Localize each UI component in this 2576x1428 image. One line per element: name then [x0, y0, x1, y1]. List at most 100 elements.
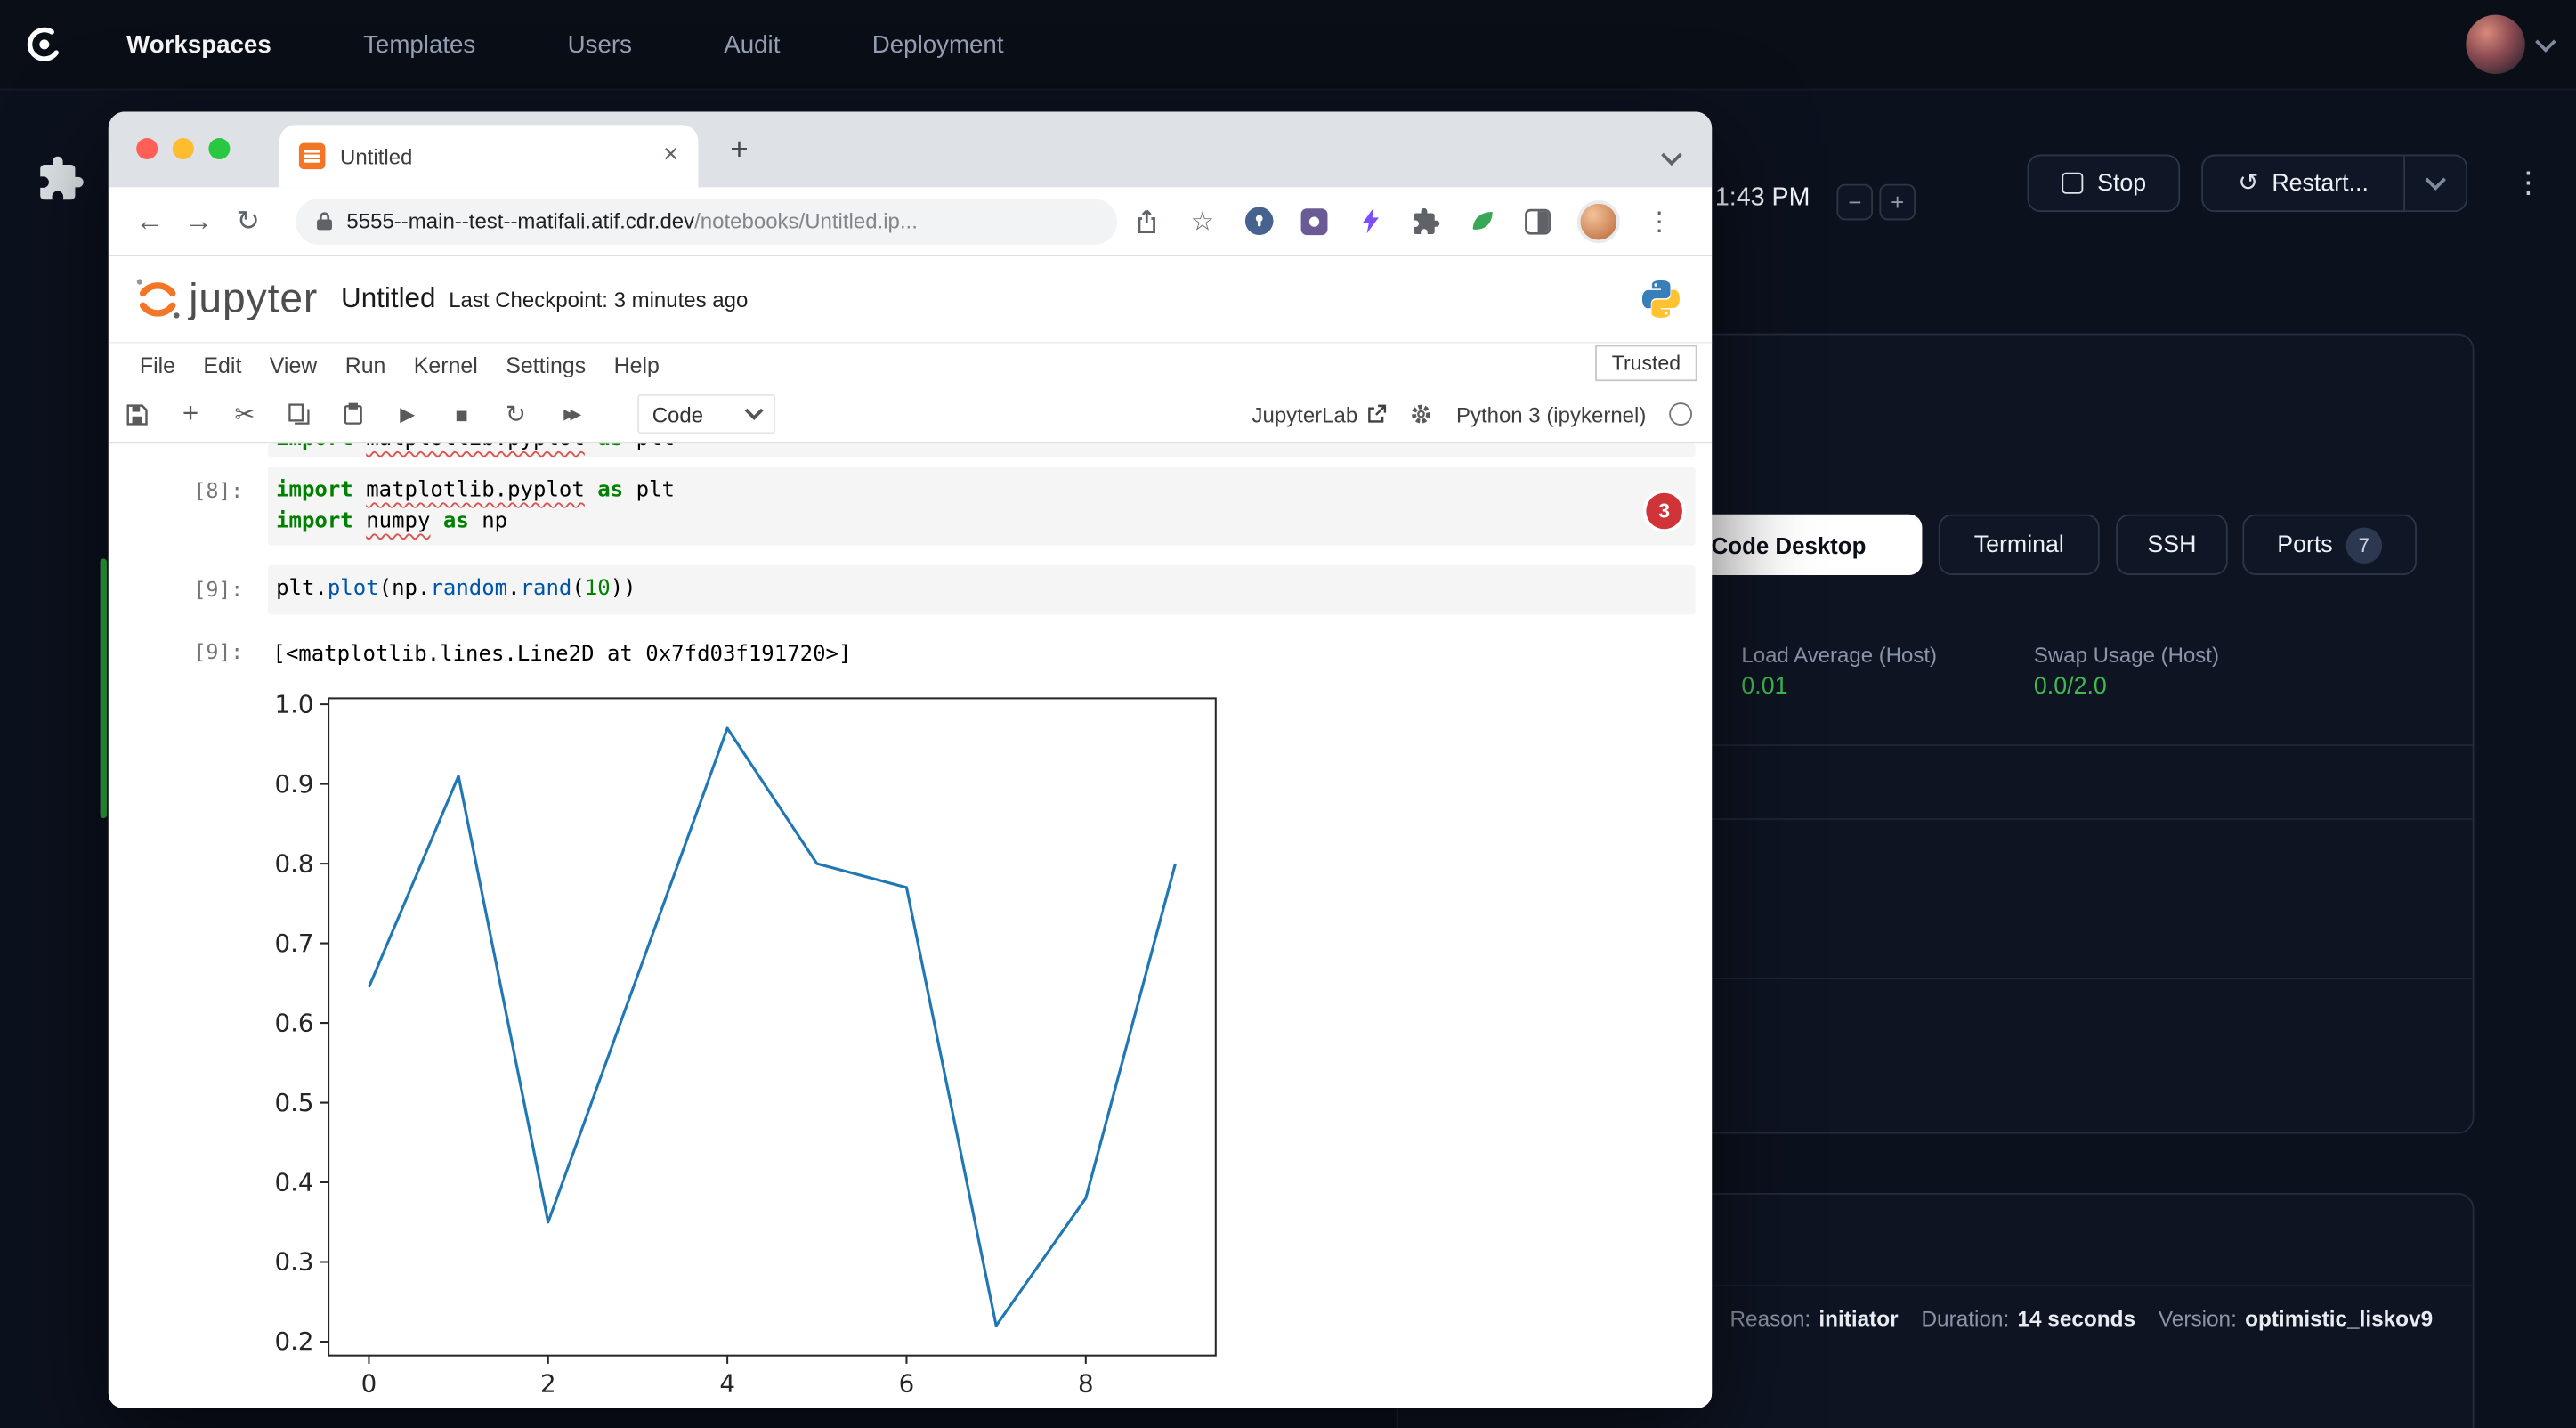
menu-run[interactable]: Run — [345, 353, 386, 377]
back-button[interactable]: ← — [125, 205, 174, 238]
restart-label: Restart... — [2272, 170, 2369, 197]
menu-help[interactable]: Help — [614, 353, 660, 377]
interrupt-kernel-icon[interactable]: ■ — [445, 398, 478, 431]
chevron-down-icon[interactable] — [2535, 30, 2556, 51]
bookmark-star-icon[interactable]: ☆ — [1187, 205, 1219, 238]
svg-text:0.2: 0.2 — [275, 1327, 314, 1356]
nav-item-workspaces[interactable]: Workspaces — [126, 30, 271, 58]
reload-button[interactable]: ↻ — [223, 205, 272, 238]
build-version: Version: optimistic_liskov9 — [2159, 1306, 2433, 1331]
nav-item-deployment[interactable]: Deployment — [872, 30, 1004, 58]
ssh-button[interactable]: SSH — [2116, 515, 2228, 575]
meta-value: 14 seconds — [2017, 1306, 2135, 1331]
open-jupyterlab-link[interactable]: JupyterLab — [1252, 402, 1387, 426]
code-cell-8[interactable]: import matplotlib.pyplot as plt import n… — [268, 467, 1696, 546]
chevron-down-icon — [2425, 169, 2445, 190]
terminal-button[interactable]: Terminal — [1939, 515, 2100, 575]
svg-text:8: 8 — [1078, 1368, 1094, 1398]
code-token: numpy — [366, 509, 430, 534]
leaf-extension-icon[interactable] — [1465, 205, 1498, 238]
nav-item-users[interactable]: Users — [568, 30, 632, 58]
trusted-button[interactable]: Trusted — [1595, 345, 1697, 382]
cut-cell-icon[interactable]: ✂ — [229, 398, 262, 431]
add-cell-icon[interactable]: + — [174, 398, 207, 431]
collaborator-count-badge: 3 — [1646, 493, 1682, 530]
restart-workspace-button[interactable]: ↺ Restart... — [2201, 154, 2405, 212]
code-token: rand — [521, 577, 572, 602]
kernel-name[interactable]: Python 3 (ipykernel) — [1456, 402, 1646, 426]
window-zoom-button[interactable] — [208, 138, 230, 159]
new-tab-button[interactable]: + — [723, 134, 756, 167]
zoom-out-button[interactable]: − — [1836, 184, 1873, 221]
zoom-in-button[interactable]: + — [1879, 184, 1916, 221]
cell-type-dropdown[interactable]: Code — [637, 394, 775, 434]
svg-text:0.3: 0.3 — [275, 1247, 314, 1277]
tab-search-chevron-icon[interactable] — [1665, 142, 1680, 171]
split-view-extension-icon[interactable] — [1521, 205, 1554, 238]
password-manager-extension-icon[interactable] — [1242, 205, 1275, 238]
menu-kernel[interactable]: Kernel — [414, 353, 478, 377]
browser-menu-kebab-icon[interactable]: ⋮ — [1646, 205, 1673, 238]
clipped-cell-fragment: import matplotlib.pyplot as plt — [268, 443, 1696, 457]
lightning-extension-icon[interactable] — [1354, 205, 1387, 238]
svg-text:0: 0 — [361, 1368, 377, 1398]
run-all-icon[interactable]: ▶▶ — [554, 398, 587, 431]
stat-value: 0.0/2.0 — [2034, 674, 2219, 701]
window-close-button[interactable] — [136, 138, 158, 159]
browser-tab[interactable]: Untitled × — [279, 125, 699, 187]
run-cell-icon[interactable]: ▶ — [391, 398, 424, 431]
share-icon[interactable] — [1130, 205, 1163, 238]
svg-text:0.9: 0.9 — [275, 769, 314, 799]
build-meta-row: Reason: initiator Duration: 14 seconds V… — [1729, 1306, 2433, 1331]
lock-icon — [315, 210, 333, 231]
extensions-puzzle-icon[interactable] — [1410, 205, 1443, 238]
tab-close-icon[interactable]: × — [663, 143, 678, 170]
code-token: . — [507, 577, 520, 602]
url-path: /notebooks/Untitled.ip... — [694, 208, 918, 233]
notebook-content: import matplotlib.pyplot as plt [8]: imp… — [109, 443, 1712, 1408]
code-token: plt. — [276, 577, 328, 602]
forward-button[interactable]: → — [174, 205, 223, 238]
checkpoint-status: Last Checkpoint: 3 minutes ago — [449, 287, 748, 312]
svg-text:6: 6 — [899, 1368, 915, 1398]
notebook-title[interactable]: Untitled — [341, 282, 435, 315]
ports-count-badge: 7 — [2345, 527, 2382, 564]
jupyter-header: jupyter Untitled Last Checkpoint: 3 minu… — [109, 256, 1712, 344]
jupyterlab-label: JupyterLab — [1252, 402, 1357, 426]
menu-settings[interactable]: Settings — [506, 353, 586, 377]
code-token: np — [482, 509, 507, 534]
code-token: as — [430, 509, 482, 534]
save-icon[interactable] — [120, 398, 153, 431]
top-nav: Workspaces Templates Users Audit Deploym… — [0, 0, 2576, 91]
settings-gear-icon[interactable] — [1410, 402, 1433, 426]
copy-cell-icon[interactable] — [282, 398, 315, 431]
svg-text:2: 2 — [540, 1368, 556, 1398]
nav-item-templates[interactable]: Templates — [363, 30, 475, 58]
browser-profile-avatar[interactable] — [1577, 199, 1620, 242]
menu-edit[interactable]: Edit — [203, 353, 241, 377]
code-token: import — [276, 509, 366, 534]
stop-workspace-button[interactable]: Stop — [2028, 154, 2181, 212]
menu-file[interactable]: File — [140, 353, 175, 377]
extension-icon[interactable] — [1298, 205, 1331, 238]
ports-button[interactable]: Ports 7 — [2242, 515, 2417, 575]
restart-options-button[interactable] — [2405, 154, 2467, 212]
workspace-more-menu[interactable]: ⋮ — [2504, 158, 2553, 207]
input-prompt: [9]: — [109, 577, 243, 602]
menu-view[interactable]: View — [270, 353, 318, 377]
nav-user-menu[interactable] — [2466, 15, 2553, 74]
paste-cell-icon[interactable] — [336, 398, 369, 431]
meta-value: optimistic_liskov9 — [2245, 1306, 2433, 1331]
address-bar[interactable]: 5555--main--test--matifali.atif.cdr.dev/… — [296, 198, 1117, 244]
code-cell-9[interactable]: plt.plot(np.random.rand(10)) — [268, 565, 1696, 614]
stat-label: Load Average (Host) — [1741, 643, 1937, 668]
workspace-app-icon — [36, 154, 85, 203]
code-token: import — [276, 478, 366, 503]
browser-tab-strip: Untitled × + — [109, 112, 1712, 188]
svg-text:0.4: 0.4 — [275, 1167, 314, 1197]
coder-logo-icon[interactable] — [23, 23, 66, 66]
restart-kernel-icon[interactable]: ↻ — [499, 398, 532, 431]
window-minimize-button[interactable] — [173, 138, 194, 159]
nav-item-audit[interactable]: Audit — [724, 30, 780, 58]
user-avatar[interactable] — [2466, 15, 2524, 74]
